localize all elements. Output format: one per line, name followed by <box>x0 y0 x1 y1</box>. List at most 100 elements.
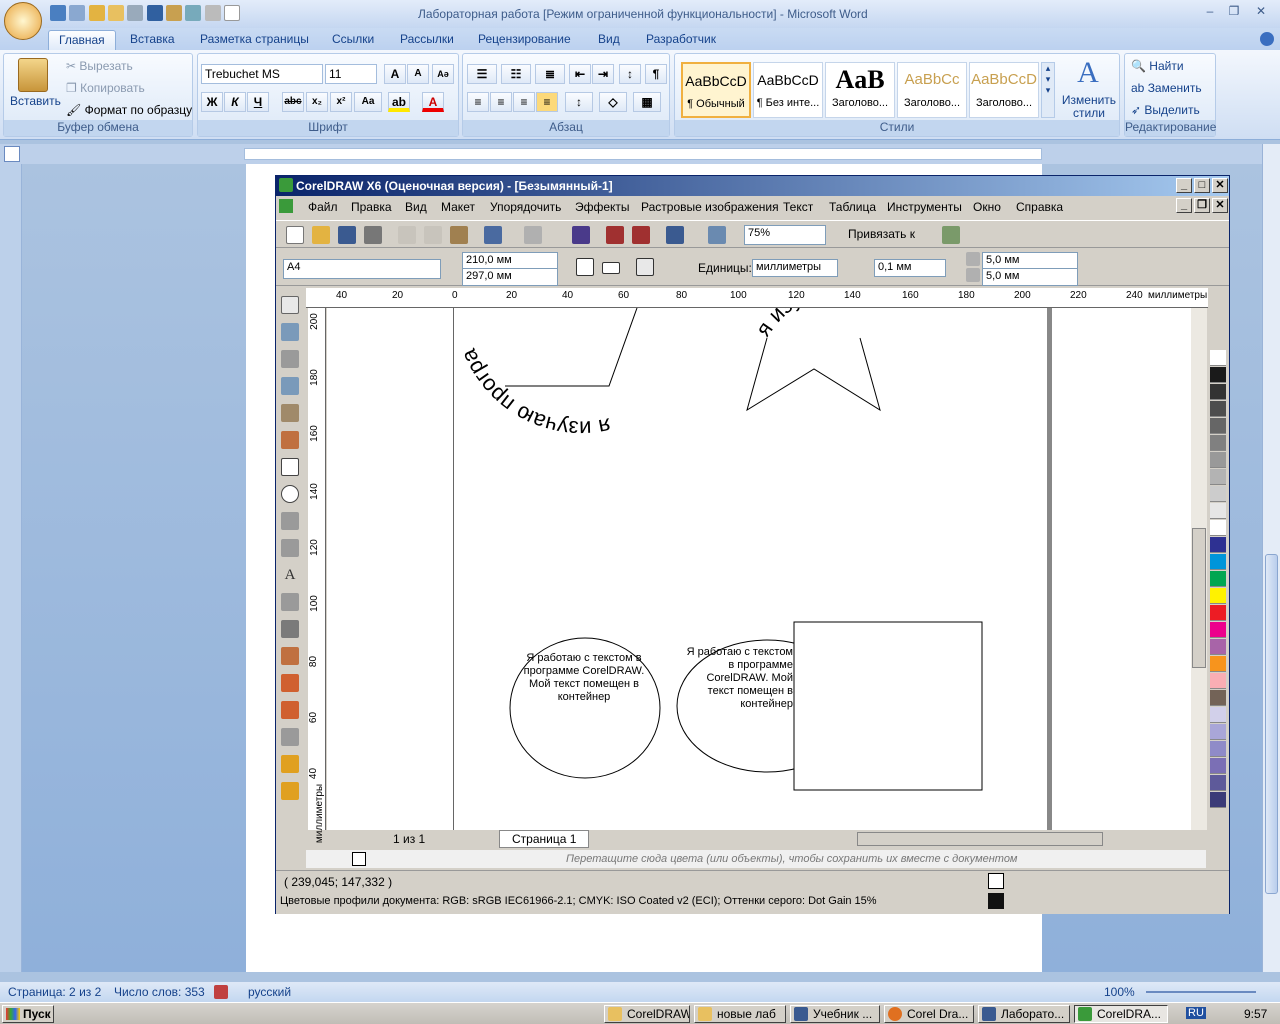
show-marks-button[interactable]: ¶ <box>645 64 667 84</box>
change-styles-button[interactable]: Изменить стили <box>1061 94 1117 120</box>
shape-tool-icon[interactable] <box>281 323 299 341</box>
palette-swatch[interactable] <box>1210 486 1226 502</box>
shading-button[interactable]: ◇ <box>599 92 627 112</box>
tab-references[interactable]: Ссылки <box>322 30 384 50</box>
language-tray[interactable]: RU <box>1186 1007 1206 1019</box>
arc-text-right[interactable]: я изучаю CorelDRAW <box>327 308 937 341</box>
cut-icon[interactable] <box>398 226 416 244</box>
grow-font-button[interactable]: A <box>384 64 406 84</box>
menu-window[interactable]: Окно <box>973 200 1001 214</box>
palette-swatch[interactable] <box>1210 418 1226 434</box>
task-firefox-corel[interactable]: Corel Dra... <box>884 1005 974 1023</box>
arc-text-left[interactable]: я изучаю програ <box>455 345 613 442</box>
eyedropper-icon[interactable] <box>281 701 299 719</box>
language-indicator[interactable]: русский <box>248 985 291 999</box>
bullets-button[interactable]: ☰ <box>467 64 497 84</box>
menu-layout[interactable]: Макет <box>441 200 475 214</box>
corel-minimize-button[interactable]: _ <box>1176 178 1192 193</box>
menu-arrange[interactable]: Упорядочить <box>490 200 561 214</box>
nudge-field[interactable]: 0,1 мм <box>874 259 946 277</box>
circle-text-1[interactable]: Я работаю с текстом в программе CorelDRA… <box>517 652 651 704</box>
palette-swatch[interactable] <box>1210 452 1226 468</box>
ellipse-tool-icon[interactable] <box>281 485 299 503</box>
task-word-lab[interactable]: Лаборато... <box>978 1005 1070 1023</box>
change-styles-icon[interactable]: A <box>1073 58 1103 88</box>
highlight-button[interactable]: ab <box>388 92 410 112</box>
palette-swatch[interactable] <box>1210 656 1226 672</box>
palette-swatch[interactable] <box>1210 350 1226 366</box>
clear-format-button[interactable]: Aə <box>432 64 454 84</box>
palette-swatch[interactable] <box>1210 639 1226 655</box>
menu-edit[interactable]: Правка <box>351 200 392 214</box>
palette-swatch[interactable] <box>1210 384 1226 400</box>
paste-button[interactable]: Вставить <box>10 94 61 108</box>
palette-swatch[interactable] <box>1210 401 1226 417</box>
tab-developer[interactable]: Разработчик <box>636 30 726 50</box>
search-content-icon[interactable] <box>572 226 590 244</box>
pick-tool-icon[interactable] <box>281 296 299 314</box>
corel-close-button[interactable]: ✕ <box>1212 178 1228 193</box>
help-icon[interactable] <box>1260 32 1274 46</box>
word-count[interactable]: Число слов: 353 <box>114 985 205 999</box>
copy-button[interactable]: ❐ Копировать <box>66 81 145 95</box>
interactive-fill-icon[interactable] <box>281 782 299 800</box>
redo-icon[interactable] <box>69 5 86 21</box>
import-icon[interactable] <box>606 226 624 244</box>
font-size-combo[interactable]: 11 <box>325 64 377 84</box>
doc-minimize-button[interactable]: _ <box>1176 198 1192 213</box>
paste-icon[interactable] <box>450 226 468 244</box>
palette-swatch[interactable] <box>1210 690 1226 706</box>
page-count[interactable]: Страница: 2 из 2 <box>8 985 101 999</box>
duplicate-y-field[interactable]: 5,0 мм <box>982 268 1078 286</box>
landscape-icon[interactable] <box>602 262 620 274</box>
bold-button[interactable]: Ж <box>201 92 223 112</box>
zoom-level[interactable]: 100% <box>1104 985 1135 999</box>
menu-effects[interactable]: Эффекты <box>575 200 630 214</box>
task-textbook[interactable]: Учебник ... <box>790 1005 880 1023</box>
fill-tool-icon[interactable] <box>281 755 299 773</box>
rectangle-shape[interactable] <box>793 621 983 791</box>
tab-review[interactable]: Рецензирование <box>468 30 581 50</box>
word-vertical-scrollbar[interactable] <box>1262 144 1280 972</box>
change-case-button[interactable]: Aa <box>354 92 382 112</box>
menu-view[interactable]: Вид <box>405 200 427 214</box>
polygon-tool-icon[interactable] <box>281 512 299 530</box>
format-painter-button[interactable]: 🖌 Формат по образцу <box>66 103 192 117</box>
palette-swatch[interactable] <box>1210 367 1226 383</box>
palette-swatch[interactable] <box>1210 469 1226 485</box>
save-icon[interactable] <box>338 226 356 244</box>
hscroll-thumb[interactable] <box>857 832 1103 846</box>
current-page-icon[interactable] <box>662 258 680 276</box>
palette-swatch[interactable] <box>1210 792 1226 808</box>
palette-swatch[interactable] <box>1210 520 1226 536</box>
folder-icon[interactable] <box>108 5 125 21</box>
new-icon[interactable] <box>286 226 304 244</box>
ruler-tab-selector[interactable] <box>4 146 20 162</box>
italic-button[interactable]: К <box>224 92 246 112</box>
menu-file[interactable]: Файл <box>308 200 338 214</box>
palette-swatch[interactable] <box>1210 622 1226 638</box>
palette-swatch[interactable] <box>1210 775 1226 791</box>
replace-button[interactable]: ab Заменить <box>1131 81 1202 95</box>
justify-button[interactable]: ≡ <box>536 92 558 112</box>
cut-button[interactable]: ✂ Вырезать <box>66 59 133 73</box>
export-icon[interactable] <box>632 226 650 244</box>
tab-home[interactable]: Главная <box>48 30 116 50</box>
palette-swatch[interactable] <box>1210 605 1226 621</box>
find-button[interactable]: 🔍 Найти <box>1131 59 1184 73</box>
clipboard-icon[interactable] <box>18 58 48 92</box>
redo-icon[interactable] <box>524 226 542 244</box>
vscroll-thumb[interactable] <box>1192 528 1206 668</box>
save-icon[interactable] <box>146 5 163 21</box>
open-icon[interactable] <box>88 5 105 21</box>
task-coreldraw-folder[interactable]: CorelDRAW <box>604 1005 690 1023</box>
menu-bitmaps[interactable]: Растровые изображения <box>641 200 779 214</box>
blend-tool-icon[interactable] <box>281 674 299 692</box>
tab-mailings[interactable]: Рассылки <box>390 30 464 50</box>
task-coreldraw-app[interactable]: CorelDRA... <box>1074 1005 1168 1023</box>
basic-shapes-icon[interactable] <box>281 539 299 557</box>
palette-swatch[interactable] <box>1210 554 1226 570</box>
circle-text-2[interactable]: Я работаю с текстом в программе CorelDRA… <box>683 646 793 711</box>
corel-vertical-scrollbar[interactable] <box>1191 308 1207 830</box>
align-left-button[interactable]: ≡ <box>467 92 489 112</box>
